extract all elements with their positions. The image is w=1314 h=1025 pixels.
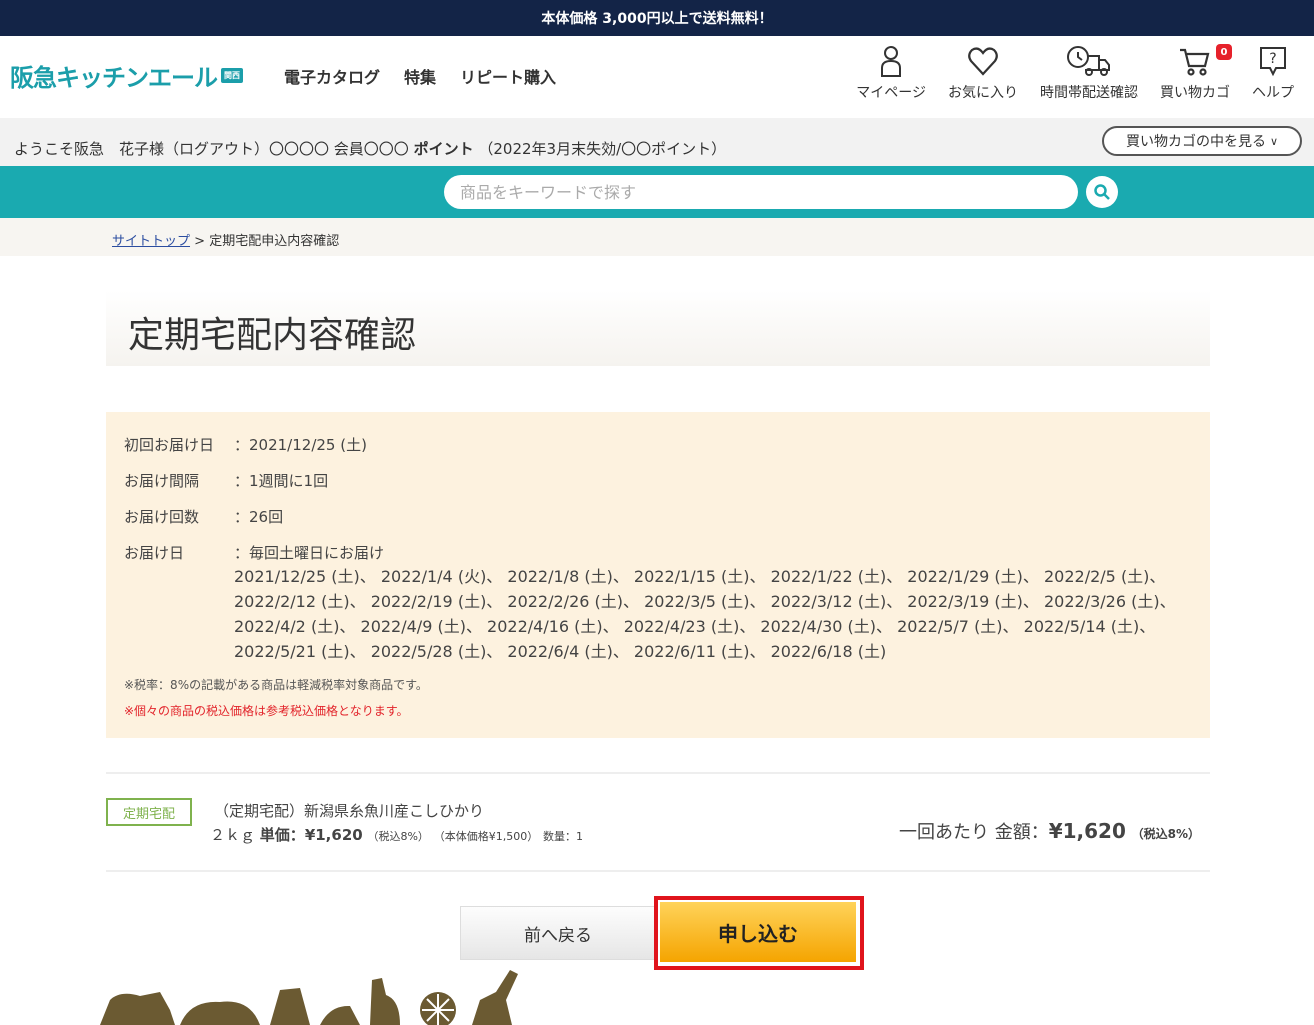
points-label: ポイント [413, 140, 474, 158]
chevron-down-icon: ∨ [1269, 134, 1279, 148]
price-note: ※個々の商品の税込価格は参考税込価格となります。 [124, 704, 409, 718]
interval-value: ：1週間に1回 [234, 472, 329, 490]
search-icon [1094, 184, 1110, 200]
item-weight: ２ｋｇ [210, 826, 256, 844]
site-logo[interactable]: 阪急キッチンエール 関西 [10, 58, 243, 93]
site-header: 阪急キッチンエール 関西 電子カタログ 特集 リピート購入 マイページ お気に入… [0, 36, 1314, 118]
help-link[interactable]: ? ヘルプ [1252, 44, 1294, 102]
free-shipping-text: 本体価格 3,000円以上で送料無料！ [541, 11, 773, 27]
first-delivery-label: 初回お届け日 [124, 436, 215, 454]
dates-row: お届け日 ：毎回土曜日にお届け [124, 542, 384, 563]
base-price: （本体価格¥1,500） [433, 830, 539, 843]
tax-note: ※税率：8%の記載がある商品は軽減税率対象商品です。 [124, 678, 428, 692]
delivery-time-link[interactable]: 時間帯配送確認 [1040, 44, 1138, 102]
page-title-box: 定期宅配内容確認 [106, 290, 1210, 366]
logo-badge: 関西 [221, 68, 243, 83]
food-silhouette-illustration [100, 970, 518, 1025]
cart-count-badge: 0 [1216, 44, 1232, 60]
mypage-label: マイページ [856, 85, 926, 101]
person-icon [881, 46, 902, 77]
item-total: 一回あたり 金額：¥1,620 （税込8%） [899, 818, 1200, 844]
search-bar [0, 166, 1314, 218]
item-name: （定期宅配）新潟県糸魚川産こしひかり [214, 802, 485, 820]
delivery-dates-list: 2021/12/25 (土)、 2022/1/4 (火)、 2022/1/8 (… [234, 567, 1176, 661]
welcome-message: ようこそ阪急 花子様（ログアウト）〇〇〇〇 会員〇〇〇 ポイント （2022年3… [14, 138, 726, 159]
quantity: 数量：1 [543, 830, 583, 843]
interval-label: お届け間隔 [124, 472, 200, 490]
welcome-bar: ようこそ阪急 花子様（ログアウト）〇〇〇〇 会員〇〇〇 ポイント （2022年3… [0, 118, 1314, 166]
logo-text: 阪急キッチンエール [10, 64, 218, 92]
global-nav: 電子カタログ 特集 リピート購入 [284, 64, 556, 88]
count-value: ：26回 [234, 508, 284, 526]
interval-row: お届け間隔 ：1週間に1回 [124, 470, 328, 491]
cart-label: 買い物カゴ [1160, 85, 1230, 101]
dates-label: お届け日 [124, 544, 185, 562]
mypage-link[interactable]: マイページ [856, 44, 926, 102]
dates-intro: ：毎回土曜日にお届け [234, 544, 385, 562]
cart-icon [1180, 48, 1210, 76]
nav-electronic-catalog[interactable]: 電子カタログ [284, 64, 380, 88]
search-input[interactable] [444, 175, 1078, 209]
cart-link[interactable]: 0 買い物カゴ [1160, 44, 1232, 102]
breadcrumb-top-link[interactable]: サイトトップ [112, 234, 190, 249]
apply-button[interactable]: 申し込む [660, 902, 856, 962]
back-button[interactable]: 前へ戻る [460, 906, 656, 960]
count-row: お届け回数 ：26回 [124, 506, 283, 527]
free-shipping-banner: 本体価格 3,000円以上で送料無料！ [0, 0, 1314, 36]
view-cart-dropdown[interactable]: 買い物カゴの中を見る ∨ [1102, 126, 1302, 156]
page-title: 定期宅配内容確認 [128, 315, 417, 356]
first-delivery-value: ：2021/12/25 (土) [234, 436, 367, 454]
points-expiry-text: （2022年3月末失効/〇〇ポイント） [478, 140, 727, 158]
welcome-user-text: ようこそ阪急 花子様（ログアウト）〇〇〇〇 会員〇〇〇 [14, 140, 409, 158]
unit-price-tax: （税込8%） [367, 830, 429, 843]
breadcrumb: サイトトップ > 定期宅配申込内容確認 [0, 218, 1314, 256]
heart-icon [968, 47, 998, 76]
delivery-time-label: 時間帯配送確認 [1040, 85, 1138, 101]
order-item-row: 定期宅配 （定期宅配）新潟県糸魚川産こしひかり ２ｋｇ 単価：¥1,620 （税… [106, 772, 1210, 872]
item-detail: ２ｋｇ 単価：¥1,620 （税込8%） （本体価格¥1,500） 数量：1 [210, 824, 583, 845]
truck-clock-icon [1067, 46, 1110, 76]
favorites-link[interactable]: お気に入り [948, 44, 1018, 102]
total-price: ¥1,620 [1048, 819, 1126, 843]
search-button[interactable] [1086, 176, 1118, 208]
subscription-tag: 定期宅配 [106, 798, 192, 826]
breadcrumb-separator: > [194, 234, 206, 249]
total-label: 一回あたり 金額： [898, 822, 1049, 843]
count-label: お届け回数 [124, 508, 200, 526]
svg-text:?: ? [1269, 51, 1276, 67]
help-icon: ? [1260, 47, 1286, 77]
breadcrumb-current: 定期宅配申込内容確認 [209, 234, 340, 249]
first-delivery-row: 初回お届け日 ：2021/12/25 (土) [124, 434, 367, 455]
nav-feature[interactable]: 特集 [404, 64, 436, 88]
header-icon-menu: マイページ お気に入り 時間帯配送確認 0 買い物カゴ ? ヘルプ [834, 44, 1294, 102]
total-tax: （税込8%） [1131, 827, 1200, 841]
help-label: ヘルプ [1252, 85, 1294, 101]
favorites-label: お気に入り [948, 85, 1018, 101]
unit-price-label: 単価： [259, 826, 305, 844]
view-cart-label: 買い物カゴの中を見る [1125, 134, 1266, 150]
unit-price: ¥1,620 [304, 826, 363, 844]
delivery-info-box: 初回お届け日 ：2021/12/25 (土) お届け間隔 ：1週間に1回 お届け回数… [106, 412, 1210, 738]
nav-repeat-purchase[interactable]: リピート購入 [460, 64, 556, 88]
